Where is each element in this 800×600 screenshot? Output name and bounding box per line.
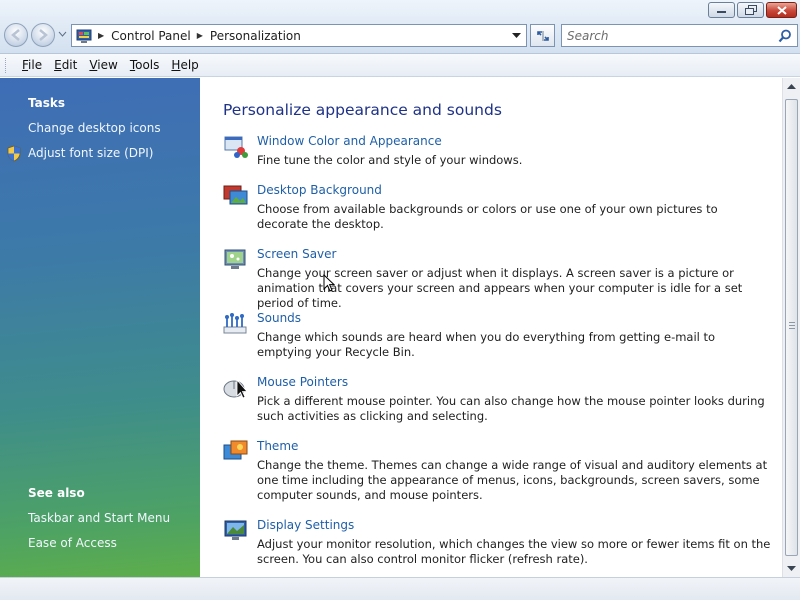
window-titlebar: ▶ Control Panel ▶ Personalization xyxy=(0,0,800,54)
scroll-down-arrow-icon xyxy=(787,565,796,571)
adjust-font-size-link[interactable]: Adjust font size (DPI) xyxy=(28,146,153,160)
window-color-description: Fine tune the color and style of your wi… xyxy=(257,153,523,167)
breadcrumb-personalization[interactable]: Personalization xyxy=(210,29,301,43)
page-title: Personalize appearance and sounds xyxy=(223,101,502,119)
address-dropdown-icon[interactable] xyxy=(512,33,521,39)
minimize-button[interactable] xyxy=(708,2,735,18)
ease-of-access-link[interactable]: Ease of Access xyxy=(28,536,117,550)
taskbar-start-menu-link[interactable]: Taskbar and Start Menu xyxy=(28,511,170,525)
menu-edit[interactable]: Edit xyxy=(48,56,83,75)
menu-grip xyxy=(5,57,8,73)
window-color-link[interactable]: Window Color and Appearance xyxy=(257,134,442,148)
scroll-down-button[interactable] xyxy=(783,560,800,577)
scroll-up-button[interactable] xyxy=(783,78,800,95)
mouse-pointer-icon xyxy=(223,378,248,399)
mouse-cursor-icon xyxy=(323,274,335,292)
magnifier-icon[interactable] xyxy=(778,29,792,43)
uac-shield-icon xyxy=(7,145,21,162)
sounds-link[interactable]: Sounds xyxy=(257,311,301,325)
task-mouse-pointers: Mouse Pointers Pick a different mouse po… xyxy=(223,375,773,425)
task-display-settings: Display Settings Adjust your monitor res… xyxy=(223,518,773,568)
display-settings-link[interactable]: Display Settings xyxy=(257,518,354,532)
back-button[interactable] xyxy=(4,23,28,47)
refresh-button[interactable] xyxy=(530,24,555,47)
desktop-background-icon xyxy=(223,185,248,205)
display-settings-description: Adjust your monitor resolution, which ch… xyxy=(257,537,771,566)
theme-description: Change the theme. Themes can change a wi… xyxy=(257,458,768,502)
search-input[interactable] xyxy=(567,28,772,43)
menu-bar: File Edit View Tools Help xyxy=(0,54,800,77)
search-box[interactable] xyxy=(561,24,798,47)
change-desktop-icons-link[interactable]: Change desktop icons xyxy=(28,121,161,135)
refresh-icon xyxy=(536,30,549,41)
scroll-up-arrow-icon xyxy=(787,83,796,89)
screen-saver-icon xyxy=(224,249,246,269)
forward-button[interactable] xyxy=(31,23,55,47)
minimize-icon xyxy=(717,11,726,13)
maximize-button[interactable] xyxy=(737,2,764,18)
mouse-pointers-link[interactable]: Mouse Pointers xyxy=(257,375,348,389)
close-icon xyxy=(776,5,787,15)
window-color-icon xyxy=(224,136,248,158)
tasks-pane: Tasks Change desktop icons Adjust font s… xyxy=(0,78,200,577)
address-bar[interactable]: ▶ Control Panel ▶ Personalization xyxy=(71,24,527,47)
mouse-pointers-description: Pick a different mouse pointer. You can … xyxy=(257,394,765,423)
sounds-description: Change which sounds are heard when you d… xyxy=(257,330,716,359)
vertical-scrollbar[interactable] xyxy=(782,78,800,577)
scroll-grip xyxy=(789,322,795,330)
display-settings-icon xyxy=(224,520,247,540)
task-theme: Theme Change the theme. Themes can chang… xyxy=(223,439,773,504)
theme-link[interactable]: Theme xyxy=(257,439,298,453)
recent-pages-chevron-icon[interactable] xyxy=(58,31,67,37)
control-panel-icon xyxy=(76,29,92,43)
sounds-icon xyxy=(223,313,247,334)
see-also-heading: See also xyxy=(28,486,85,500)
menu-file[interactable]: File xyxy=(16,56,48,75)
menu-view[interactable]: View xyxy=(83,56,123,75)
back-arrow-icon xyxy=(11,29,20,41)
task-window-color: Window Color and Appearance Fine tune th… xyxy=(223,134,773,174)
breadcrumb-arrow-icon[interactable]: ▶ xyxy=(197,31,203,40)
desktop-background-description: Choose from available backgrounds or col… xyxy=(257,202,718,231)
main-content: Personalize appearance and sounds Window… xyxy=(200,78,782,577)
menu-tools[interactable]: Tools xyxy=(124,56,166,75)
breadcrumb-control-panel[interactable]: Control Panel xyxy=(111,29,191,43)
scroll-thumb[interactable] xyxy=(785,99,798,556)
close-button[interactable] xyxy=(766,2,797,18)
tasks-heading: Tasks xyxy=(28,96,66,110)
forward-arrow-icon xyxy=(39,29,48,41)
status-bar xyxy=(0,577,800,600)
screen-saver-link[interactable]: Screen Saver xyxy=(257,247,336,261)
desktop-background-link[interactable]: Desktop Background xyxy=(257,183,382,197)
task-screen-saver: Screen Saver Change your screen saver or… xyxy=(223,247,773,310)
menu-help[interactable]: Help xyxy=(165,56,204,75)
window-controls xyxy=(706,2,797,18)
theme-icon xyxy=(223,440,248,460)
task-desktop-background: Desktop Background Choose from available… xyxy=(223,183,773,233)
maximize-icon xyxy=(744,5,757,15)
task-sounds: Sounds Change which sounds are heard whe… xyxy=(223,311,773,361)
breadcrumb-arrow-icon[interactable]: ▶ xyxy=(98,31,104,40)
